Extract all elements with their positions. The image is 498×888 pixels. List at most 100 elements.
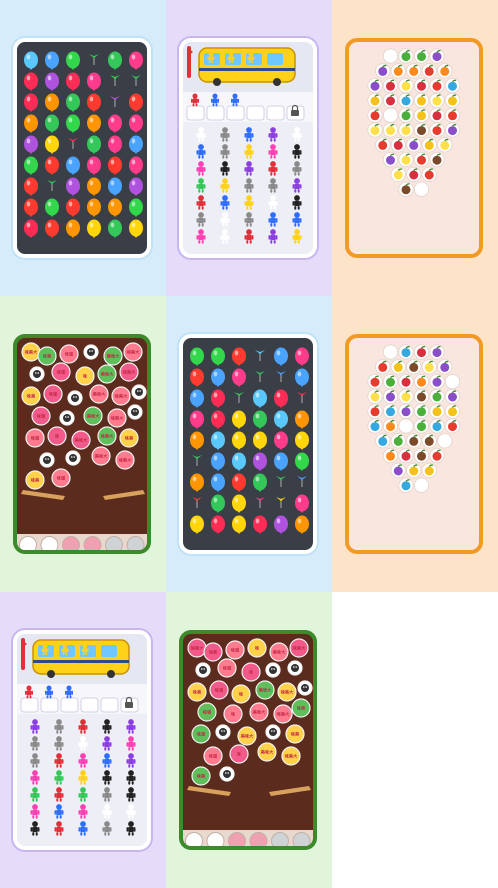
- balloon-icon: [211, 494, 225, 513]
- stickman-icon: [78, 770, 88, 785]
- balloon-icon: [108, 219, 122, 238]
- slot: [80, 697, 99, 713]
- coin-label: 美味大: [253, 709, 266, 716]
- balloon-icon: [232, 473, 246, 492]
- stickman-icon: [244, 229, 254, 244]
- fruit-icon: [413, 418, 430, 434]
- coin-icon: 味美大: [111, 386, 131, 406]
- coin-icon: [287, 660, 303, 676]
- coin-icon: [131, 384, 147, 400]
- stickman-icon: [126, 787, 136, 802]
- fruit-icon: [413, 48, 430, 64]
- stickman-icon: [78, 753, 88, 768]
- slot: [246, 105, 265, 121]
- fruit-icon: [390, 137, 406, 153]
- balloon-icon: [190, 368, 204, 387]
- fruit-icon: [406, 462, 422, 478]
- coin-icon: 味美: [37, 346, 57, 366]
- fruit-icon: [444, 107, 461, 123]
- stickman-icon: [292, 195, 302, 210]
- stickman-icon: [220, 229, 230, 244]
- coin-label: 味道: [49, 391, 58, 398]
- tray-slot: [185, 832, 203, 846]
- fruit-game-board[interactable]: [345, 334, 483, 554]
- bus-game-board[interactable]: [13, 630, 151, 850]
- coin-game-board[interactable]: 味美大 味美 味道味美味大 味美大 味道味味美 味道味美味大 味美大 味道味美味大 味美大 味美味…: [179, 630, 317, 850]
- coin-icon: [127, 404, 143, 420]
- balloon-icon: [129, 93, 143, 112]
- stickman-icon: [196, 178, 206, 193]
- balloon-icon: [253, 515, 267, 534]
- fruit-icon: [390, 359, 406, 375]
- stickman-icon: [30, 753, 40, 768]
- stickman-icon: [268, 161, 278, 176]
- balloon-game-board[interactable]: [179, 334, 317, 554]
- balloon-icon: [295, 368, 309, 387]
- stickman-icon: [244, 195, 254, 210]
- balloon-icon: [45, 198, 59, 217]
- balloon-icon: [24, 51, 38, 70]
- fruit-icon: [429, 48, 445, 64]
- balloon-game-board[interactable]: [13, 38, 151, 258]
- coin-game-board[interactable]: 味美大 味美 味道 美味大 味美大 味道味美味大 味美大 味美 味道 美味大 味美大 味道 美味大 味美大…: [13, 334, 151, 554]
- coin-icon: 味道: [51, 362, 71, 382]
- balloon-icon: [295, 431, 309, 450]
- fruit-icon: [413, 344, 430, 360]
- stickman-icon: [196, 127, 206, 142]
- balloon-icon: [129, 51, 143, 70]
- balloon-icon: [24, 135, 38, 154]
- coin-icon: [297, 680, 313, 696]
- stickman-icon: [244, 178, 254, 193]
- fruit-icon: [382, 107, 399, 123]
- stickman-icon: [126, 804, 136, 819]
- bus-game-board[interactable]: [179, 38, 317, 258]
- balloon-icon: [66, 198, 80, 217]
- fruit-icon: [429, 92, 445, 109]
- stickman-icon: [54, 753, 64, 768]
- balloon-icon: [190, 515, 204, 534]
- stickman-icon: [220, 127, 230, 142]
- fruit-icon: [398, 477, 414, 493]
- tray-slot: [271, 832, 289, 846]
- fruit-icon: [444, 403, 461, 419]
- stickman-icon: [78, 719, 88, 734]
- dart-icon: [110, 75, 120, 86]
- balloon-icon: [190, 473, 204, 492]
- screenshot-cell-coin: 味美大 味美 味道 美味大 味美大 味道味美味大 味美大 味美 味道 美味大 味美大 味道 美味大 味美大…: [0, 296, 166, 592]
- coin-label: 味美: [125, 435, 134, 442]
- balloon-icon: [129, 177, 143, 196]
- balloon-icon: [66, 156, 80, 175]
- coin-icon: 味道: [197, 702, 217, 722]
- fruit-icon: [375, 63, 391, 79]
- fruit-game-board[interactable]: [345, 38, 483, 258]
- fruit-icon: [382, 92, 399, 109]
- coin-icon: 味美: [291, 698, 311, 718]
- tray-slot: [249, 832, 268, 846]
- stickman-icon: [102, 753, 112, 768]
- stickman-icon: [244, 161, 254, 176]
- fruit-icon: [429, 107, 445, 123]
- fruit-icon: [421, 137, 437, 153]
- fruit-icon: [437, 63, 453, 79]
- balloon-icon: [87, 156, 101, 175]
- stickman-icon: [292, 144, 302, 159]
- coin-label: 味美大: [293, 645, 306, 652]
- coin-label: 美味大: [273, 649, 286, 656]
- fruit-icon: [382, 373, 399, 390]
- balloon-icon: [45, 93, 59, 112]
- fruit-icon: [437, 433, 453, 449]
- balloon-icon: [232, 347, 246, 366]
- fruit-icon: [429, 344, 445, 360]
- balloon-icon: [87, 72, 101, 91]
- fruit-icon: [367, 92, 383, 109]
- coin-icon: 味美大: [289, 638, 309, 658]
- stickman-icon: [30, 821, 40, 836]
- stickman-icon: [292, 229, 302, 244]
- fruit-icon: [390, 63, 406, 79]
- dart-icon: [276, 371, 286, 382]
- coin-label: 美味大: [261, 749, 274, 756]
- balloon-icon: [108, 198, 122, 217]
- coin-label: 味道: [215, 687, 224, 694]
- coin-icon: [39, 452, 55, 468]
- stickman-icon: [54, 736, 64, 751]
